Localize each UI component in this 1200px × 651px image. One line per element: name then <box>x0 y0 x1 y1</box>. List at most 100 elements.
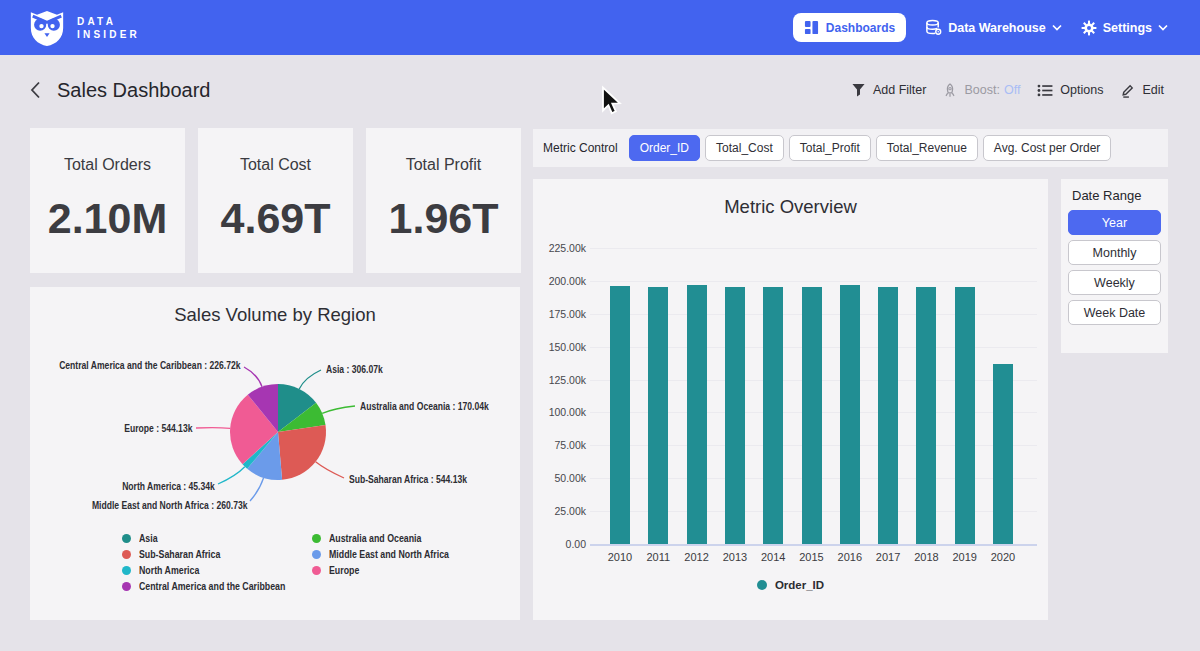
pie-legend-item[interactable]: Sub-Saharan Africa <box>122 548 241 560</box>
bar-chart-title: Metric Overview <box>533 196 1048 218</box>
y-axis-tick: 25.00k <box>533 505 586 517</box>
legend-label: Central America and the Caribbean <box>139 580 285 592</box>
legend-label: Middle East and North Africa <box>329 548 449 560</box>
boost-toggle[interactable]: Boost: Off <box>943 83 1020 98</box>
legend-label: Australia and Oceania <box>329 532 421 544</box>
legend-dot <box>122 582 131 591</box>
legend-dot <box>122 550 131 559</box>
kpi-value: 4.69T <box>221 194 331 243</box>
metric-option-avg-cost-per-order[interactable]: Avg. Cost per Order <box>983 135 1112 161</box>
y-axis-tick: 175.00k <box>533 308 586 320</box>
legend-label: Europe <box>329 564 359 576</box>
logo-text: DATA INSIDER <box>77 15 140 41</box>
kpi-value: 2.10M <box>48 194 168 243</box>
pie-slice-label: Europe : 544.13k <box>124 422 192 434</box>
date-range-week-date[interactable]: Week Date <box>1068 300 1161 325</box>
legend-dot <box>122 534 131 543</box>
y-axis-tick: 225.00k <box>533 242 586 254</box>
bar-2013[interactable] <box>725 287 745 544</box>
pie-legend-item[interactable]: North America <box>122 564 214 576</box>
metric-option-total-revenue[interactable]: Total_Revenue <box>876 135 978 161</box>
gear-icon <box>1081 20 1097 36</box>
x-axis-tick: 2019 <box>946 551 984 563</box>
kpi-label: Total Orders <box>64 156 151 174</box>
metric-control-label: Metric Control <box>543 141 618 155</box>
x-axis-line <box>590 544 1037 546</box>
date-range-card: Date Range Year Monthly Weekly Week Date <box>1061 179 1168 353</box>
bar-2018[interactable] <box>916 287 936 544</box>
x-axis-tick: 2015 <box>793 551 831 563</box>
pie-slice-label: Middle East and North Africa : 260.73k <box>91 499 247 511</box>
legend-label: North America <box>139 564 199 576</box>
back-button[interactable] <box>30 80 46 100</box>
database-icon <box>925 19 942 36</box>
dashboards-button[interactable]: Dashboards <box>793 13 906 42</box>
bar-2012[interactable] <box>687 285 707 544</box>
owl-logo-icon <box>28 9 66 47</box>
pie-slice-label: Australia and Oceania : 170.04k <box>360 400 489 412</box>
bar-chart-legend: Order_ID <box>533 579 1048 591</box>
x-axis-tick: 2016 <box>831 551 869 563</box>
kpi-card: Total Orders 2.10M <box>30 128 185 273</box>
date-range-monthly[interactable]: Monthly <box>1068 240 1161 265</box>
x-axis-tick: 2010 <box>601 551 639 563</box>
legend-dot <box>757 580 767 590</box>
kpi-label: Total Cost <box>240 156 311 174</box>
pie-legend-item[interactable]: Europe <box>312 564 367 576</box>
metric-option-order-id[interactable]: Order_ID <box>629 135 700 161</box>
options-button[interactable]: Options <box>1037 83 1103 97</box>
y-axis-tick: 50.00k <box>533 472 586 484</box>
bar-2010[interactable] <box>610 286 630 544</box>
metric-option-total-cost[interactable]: Total_Cost <box>705 135 784 161</box>
kpi-value: 1.96T <box>389 194 499 243</box>
legend-label: Sub-Saharan Africa <box>139 548 220 560</box>
settings-label: Settings <box>1103 21 1152 35</box>
x-axis-tick: 2011 <box>639 551 677 563</box>
pie-slice-label: Asia : 306.07k <box>326 363 383 375</box>
page-title: Sales Dashboard <box>57 79 210 102</box>
edit-button[interactable]: Edit <box>1120 83 1164 98</box>
pie-legend-item[interactable]: Central America and the Caribbean <box>122 580 322 592</box>
bar-2015[interactable] <box>802 287 822 544</box>
pie-legend-item[interactable]: Asia <box>122 532 162 544</box>
app-logo[interactable]: DATA INSIDER <box>28 9 140 47</box>
y-axis-tick: 0.00 <box>533 538 586 550</box>
legend-dot <box>312 534 321 543</box>
date-range-weekly[interactable]: Weekly <box>1068 270 1161 295</box>
settings-menu[interactable]: Settings <box>1081 20 1168 36</box>
filter-icon <box>851 83 866 97</box>
bar-2016[interactable] <box>840 285 860 544</box>
x-axis-tick: 2018 <box>907 551 945 563</box>
x-axis-tick: 2017 <box>869 551 907 563</box>
bar-2011[interactable] <box>648 287 668 545</box>
dashboards-icon <box>804 20 819 35</box>
add-filter-button[interactable]: Add Filter <box>851 83 927 97</box>
list-icon <box>1037 84 1053 97</box>
x-axis-tick: 2013 <box>716 551 754 563</box>
kpi-card: Total Profit 1.96T <box>366 128 521 273</box>
y-axis-tick: 100.00k <box>533 406 586 418</box>
bar-2019[interactable] <box>955 287 975 545</box>
pencil-icon <box>1120 83 1135 98</box>
bar-2020[interactable] <box>993 364 1013 544</box>
kpi-label: Total Profit <box>406 156 482 174</box>
gridline <box>590 248 1037 249</box>
date-range-title: Date Range <box>1072 188 1161 203</box>
metric-option-total-profit[interactable]: Total_Profit <box>789 135 871 161</box>
date-range-year[interactable]: Year <box>1068 210 1161 235</box>
pie-legend-item[interactable]: Australia and Oceania <box>312 532 445 544</box>
pie-legend-item[interactable]: Middle East and North Africa <box>312 548 479 560</box>
data-warehouse-label: Data Warehouse <box>948 21 1045 35</box>
data-warehouse-menu[interactable]: Data Warehouse <box>925 19 1061 36</box>
rocket-icon <box>943 83 957 98</box>
top-navbar: DATA INSIDER Dashboards Data Warehouse <box>0 0 1200 55</box>
x-axis-tick: 2020 <box>984 551 1022 563</box>
chevron-down-icon <box>1052 24 1062 31</box>
y-axis-tick: 125.00k <box>533 374 586 386</box>
y-axis-tick: 75.00k <box>533 439 586 451</box>
chevron-left-icon <box>30 81 41 99</box>
bar-2017[interactable] <box>878 287 898 544</box>
kpi-card: Total Cost 4.69T <box>198 128 353 273</box>
y-axis-tick: 200.00k <box>533 275 586 287</box>
bar-2014[interactable] <box>763 287 783 545</box>
